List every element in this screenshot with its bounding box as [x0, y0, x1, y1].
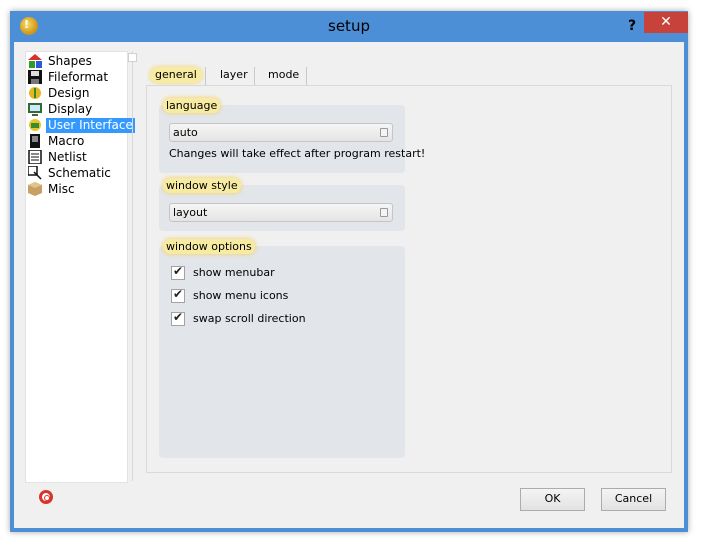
tree-item-user-interface[interactable]: User Interface	[28, 118, 135, 134]
window-style-group: window style layout	[159, 178, 405, 231]
tree-item-shapes[interactable]: Shapes	[28, 54, 124, 70]
panel-splitter[interactable]	[132, 51, 133, 481]
window-style-select-value: layout	[173, 206, 208, 219]
splitter-handle[interactable]	[128, 53, 137, 62]
netlist-icon	[28, 150, 42, 164]
tab-layer[interactable]: layer	[214, 64, 254, 86]
floppy-disk-icon	[28, 70, 42, 84]
schematic-icon	[28, 166, 42, 180]
checkmark-icon: ✔	[173, 310, 184, 324]
checkmark-icon: ✔	[173, 287, 184, 301]
language-group-title: language	[163, 98, 221, 113]
tree-item-fileformat[interactable]: Fileformat	[28, 70, 124, 86]
tree-item-label: Fileformat	[48, 70, 109, 84]
tree-item-label: Netlist	[48, 150, 87, 164]
tree-item-label: User Interface	[46, 118, 135, 133]
tab-mode[interactable]: mode	[262, 64, 305, 86]
window-style-select[interactable]: layout	[169, 203, 393, 222]
show-menu-icons-label: show menu icons	[193, 289, 289, 302]
swap-scroll-direction-label: swap scroll direction	[193, 312, 306, 325]
tree-item-misc[interactable]: Misc	[28, 182, 124, 198]
dropdown-arrow-icon	[380, 128, 388, 137]
close-button[interactable]: ✕	[644, 12, 688, 33]
window-title: setup	[328, 17, 370, 35]
tree-item-macro[interactable]: Macro	[28, 134, 124, 150]
setup-window: ! setup ? ✕ Shapes Fileformat Design Dis…	[10, 11, 688, 532]
tab-general[interactable]: general	[150, 67, 202, 83]
language-group: language auto Changes will take effect a…	[159, 98, 425, 173]
tab-divider	[205, 67, 206, 85]
tree-item-label: Macro	[48, 134, 85, 148]
design-icon	[29, 87, 41, 99]
macro-icon	[30, 134, 40, 148]
tree-item-display[interactable]: Display	[28, 102, 124, 118]
tree-item-netlist[interactable]: Netlist	[28, 150, 124, 166]
window-options-group: window options ✔ show menubar ✔ show men…	[159, 239, 405, 458]
tree-item-label: Design	[48, 86, 90, 100]
window-options-group-title: window options	[163, 239, 255, 254]
tree-item-label: Display	[48, 102, 93, 116]
title-bar[interactable]: ! setup ? ✕	[10, 11, 688, 42]
general-tab-panel: language auto Changes will take effect a…	[146, 85, 672, 473]
show-menu-icons-checkbox[interactable]: ✔	[171, 287, 185, 303]
user-interface-icon	[29, 119, 41, 131]
swap-scroll-direction-checkbox[interactable]: ✔	[171, 310, 185, 326]
tree-item-schematic[interactable]: Schematic	[28, 166, 124, 182]
window-style-group-title: window style	[163, 178, 241, 193]
language-select[interactable]: auto	[169, 123, 393, 142]
display-icon	[28, 103, 42, 116]
lifebuoy-icon[interactable]	[39, 490, 53, 504]
tree-item-label: Misc	[48, 182, 75, 196]
tab-divider	[306, 67, 307, 85]
restart-note: Changes will take effect after program r…	[169, 147, 426, 160]
category-tree[interactable]: Shapes Fileformat Design Display User In…	[25, 51, 135, 483]
shapes-icon	[28, 54, 42, 68]
tree-item-label: Schematic	[48, 166, 111, 180]
package-icon	[28, 182, 42, 196]
tree-item-label: Shapes	[48, 54, 92, 68]
language-select-value: auto	[173, 126, 198, 139]
dropdown-arrow-icon	[380, 208, 388, 217]
show-menubar-label: show menubar	[193, 266, 275, 279]
help-button[interactable]: ?	[622, 15, 642, 37]
tree-item-design[interactable]: Design	[28, 86, 124, 102]
tab-divider	[254, 67, 255, 85]
cancel-button[interactable]: Cancel	[601, 488, 666, 511]
dialog-client-area: Shapes Fileformat Design Display User In…	[14, 42, 684, 528]
close-icon: ✕	[660, 14, 672, 30]
show-menubar-checkbox[interactable]: ✔	[171, 264, 185, 280]
checkmark-icon: ✔	[173, 264, 184, 278]
ok-button[interactable]: OK	[520, 488, 585, 511]
